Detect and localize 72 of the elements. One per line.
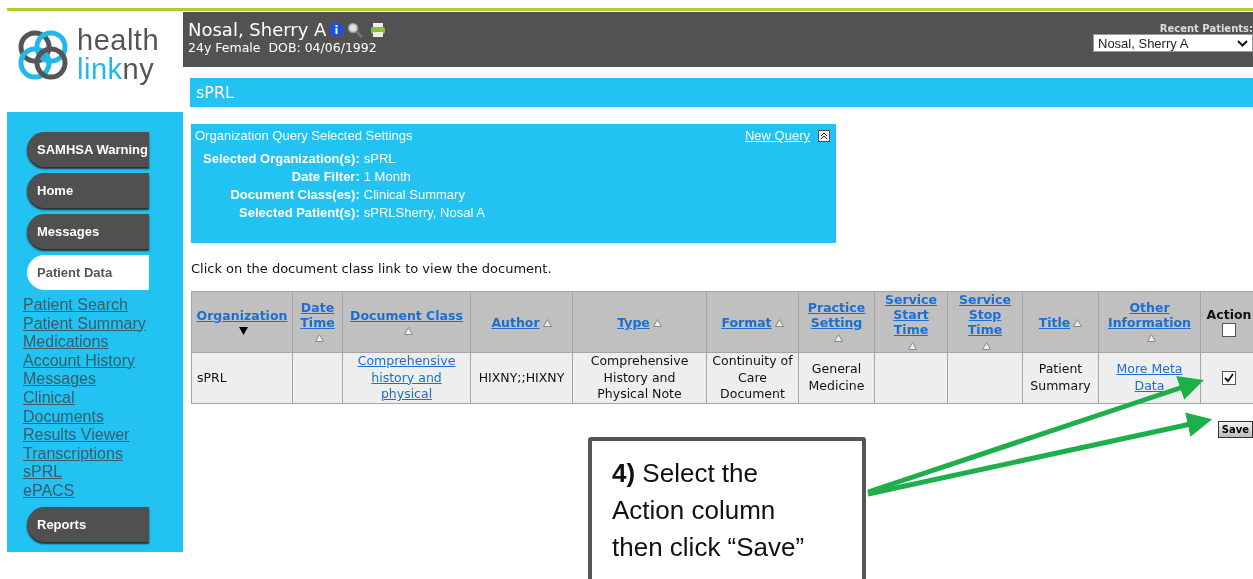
recent-patients-dropdown[interactable]: Nosal, Sherry A (1093, 34, 1253, 52)
settings-title: Organization Query Selected Settings (195, 128, 413, 143)
nav-link[interactable]: ePACS (23, 481, 155, 501)
document-link[interactable]: Comprehensive history and physical (348, 353, 465, 403)
logo-wordmark: health linkny (77, 26, 159, 84)
column-title: Action (1206, 306, 1252, 322)
sort-link[interactable]: Service Start Time (877, 292, 945, 337)
save-button[interactable]: Save (1217, 420, 1253, 438)
sort-link[interactable]: Type (617, 315, 650, 330)
sort-descending-icon[interactable] (238, 327, 248, 335)
info-icon[interactable] (329, 22, 345, 37)
sort-ascending-icon[interactable] (1073, 318, 1083, 327)
cell-text: Comprehensive History and Physical Note (590, 353, 689, 401)
sort-link[interactable]: Practice Setting (801, 299, 872, 330)
nav-link[interactable]: Patient Summary (23, 314, 155, 334)
sort-ascending-icon[interactable] (833, 334, 843, 342)
cell-text: sPRL (197, 369, 227, 385)
sort-link[interactable]: Author (491, 315, 540, 330)
setting-label: Document Class(es): (229, 187, 360, 202)
sort-ascending-icon[interactable] (403, 327, 413, 335)
sort-link[interactable]: Service Stop Time (950, 292, 1020, 337)
nav-tab[interactable]: Reports (27, 506, 149, 542)
sort-ascending-icon[interactable] (542, 318, 552, 327)
sort-link[interactable]: Title (1038, 315, 1071, 330)
caret-icon[interactable] (1237, 39, 1248, 47)
sort-ascending-icon[interactable] (314, 334, 324, 342)
nav-link[interactable]: Patient Search (23, 296, 155, 315)
nav-tab[interactable]: Messages (27, 214, 149, 249)
page-title: sPRL (190, 78, 1253, 107)
sort-link[interactable]: Date Time (295, 299, 340, 330)
nav-link[interactable]: Clinical Documents (23, 388, 155, 427)
setting-value: sPRLSherry, Nosal A (363, 205, 485, 220)
setting-label: Selected Organization(s): (203, 151, 360, 166)
printer-icon[interactable] (370, 21, 387, 38)
document-link[interactable]: More Meta Data (1104, 361, 1195, 395)
checkbox[interactable] (1222, 323, 1236, 338)
cell-text: HIXNY;;HIXNY (478, 369, 565, 385)
new-query-link[interactable]: New Query (744, 128, 810, 143)
nav-tab[interactable]: Home (27, 173, 149, 208)
nav-link[interactable]: Messages (23, 370, 155, 389)
nav-link[interactable]: Transcriptions (23, 444, 155, 464)
cell-text: Continuity of Care Document (712, 353, 793, 401)
search-icon[interactable] (347, 21, 364, 38)
recent-patients-label: Recent Patients: (1159, 23, 1253, 34)
sort-link[interactable]: Format (721, 315, 772, 330)
sort-link[interactable]: Other Information (1101, 299, 1198, 330)
nav-tab[interactable]: SAMHSA Warning (27, 132, 149, 167)
collapse-icon[interactable] (818, 129, 830, 142)
sort-ascending-icon[interactable] (908, 341, 917, 350)
setting-value: Clinical Summary (363, 187, 466, 202)
sort-ascending-icon[interactable] (774, 318, 784, 327)
checkbox[interactable] (1222, 371, 1236, 385)
nav-tab[interactable]: Patient Data (27, 255, 149, 290)
callout-box: 4) Select the Action column then click “Save” (588, 437, 866, 579)
setting-label: Selected Patient(s): (238, 205, 360, 220)
sort-ascending-icon[interactable] (982, 341, 991, 350)
nav-link[interactable]: Results Viewer (23, 426, 155, 445)
patient-name: Nosal, Sherry A (188, 19, 327, 40)
instruction-text: Click on the document class link to view the document. (191, 261, 553, 276)
nav-link[interactable]: Account History (23, 351, 155, 371)
nav-link[interactable]: sPRL (23, 463, 155, 482)
sort-link[interactable]: Organization (196, 307, 288, 323)
setting-value: 1 Month (363, 169, 412, 184)
sort-link[interactable]: Document Class (350, 307, 463, 323)
setting-label: Date Filter: (290, 169, 360, 184)
setting-value: sPRL (363, 151, 397, 166)
cell-text: General Medicine (808, 361, 865, 393)
sort-ascending-icon[interactable] (1146, 334, 1156, 342)
patient-details: 24y Female DOB: 04/06/1992 (188, 40, 378, 55)
nav-link[interactable]: Medications (23, 333, 155, 352)
cell-text: Patient Summary (1030, 361, 1091, 393)
sort-ascending-icon[interactable] (652, 318, 662, 327)
